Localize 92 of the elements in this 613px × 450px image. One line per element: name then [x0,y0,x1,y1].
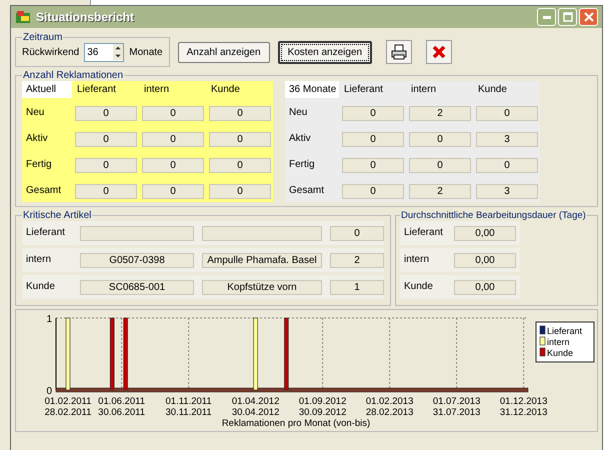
value-field: 2 [409,106,471,120]
row-label: Kunde [403,280,434,294]
value-field: 3 [476,132,538,146]
column-header: Lieferant [76,83,117,97]
value-field: 0,00 [454,252,516,268]
legend-label: intern [547,337,570,347]
value-field: 0 [409,132,471,146]
x-axis-title: Reklamationen pro Monat (von-bis) [222,418,370,428]
group-title: Durchschnittliche Bearbeitungsdauer (Tage) [400,210,587,221]
printer-icon [391,44,408,60]
row-label: Neu [288,106,308,120]
action-button[interactable]: Anzahl anzeigen [178,42,270,62]
value-field: 0 [209,106,271,120]
value-field: 0 [476,106,538,120]
value-field: 0 [142,184,204,198]
value-field: 0 [342,106,404,120]
maximize-icon [562,12,572,22]
value-field: 0 [142,106,204,120]
count-field: 2 [330,252,384,268]
value-field: 0 [75,158,137,172]
maximize-button[interactable] [558,8,577,26]
unit-label: Monate [129,46,163,58]
value-field: 3 [476,184,538,198]
value-field: 2 [409,184,471,198]
value-field: 0,00 [454,226,516,240]
count-field: 1 [330,280,384,294]
group-title: Anzahl Reklamationen [22,70,124,81]
column-header: 36 Monate [285,81,339,98]
value-field: 0 [209,132,271,146]
cancel-button[interactable] [426,40,452,64]
y-tick-label: 1 [46,314,52,325]
minimize-icon [542,16,550,18]
value-field: 0 [209,158,271,172]
column-header: intern [410,83,438,97]
value-field: 0 [342,132,404,146]
field-label: Rückwirkend [22,46,80,58]
legend-label: Kunde [547,348,574,358]
row-label: Fertig [25,158,53,172]
group-title: Kritische Artikel [22,210,92,221]
value-field: 0 [75,184,137,198]
months-spinner[interactable]: 36 [84,42,124,62]
value-field: 0 [75,106,137,120]
row-label: Neu [25,106,46,120]
x-tick-label: 01.02.2011 28.02.2011 [44,396,92,418]
value-field: 0,00 [454,280,516,294]
chart-legend [536,322,594,362]
x-tick-label: 01.02.2013 28.02.2013 [366,396,414,418]
x-tick-label: 01.12.2013 31.12.2013 [500,396,548,418]
row-label: Aktiv [25,132,49,146]
print-button[interactable] [386,40,412,64]
window-title: Situationsbericht [36,10,136,24]
x-tick-label: 01.07.2013 31.07.2013 [432,396,480,418]
value-field: 0 [342,184,404,198]
column-header: Lieferant [343,83,384,97]
row-label: intern [403,253,430,267]
row-label: Fertig [288,158,316,172]
cross-icon [432,45,446,59]
value-field: 0 [142,132,204,146]
row-label: Kunde [25,280,56,294]
column-header: intern [143,83,170,97]
article-field: SC0685-001 [80,280,194,294]
value-field: 0 [209,184,271,198]
row-label: intern [25,253,52,267]
column-header: Kunde [477,83,508,97]
value-field: 0 [342,158,404,172]
x-tick-label: 01.06.2011 30.06.2011 [98,396,146,418]
row-label: Gesamt [25,184,62,198]
value-field: 0 [409,158,471,172]
name-field: Ampulle Phamafa. Basel [202,252,322,268]
name-field: Kopfstütze vorn [202,280,322,294]
y-tick-label: 0 [46,386,52,397]
close-icon [584,12,594,22]
article-field: G0507-0398 [80,252,194,268]
row-label: Lieferant [403,226,444,240]
action-button[interactable]: Kosten anzeigen [278,40,372,64]
x-tick-label: 01.11.2011 30.11.2011 [166,396,212,418]
row-label: Gesamt [288,184,326,198]
value-field: 0 [142,158,204,172]
value-field: 0 [476,158,538,172]
legend-label: Lieferant [547,326,583,336]
app-icon [15,10,31,24]
row-label: Lieferant [25,226,66,240]
column-header: Kunde [210,83,241,97]
x-tick-label: 01.04.2012 30.04.2012 [232,396,280,418]
minimize-button[interactable] [537,8,556,26]
column-header: Aktuell [22,81,72,98]
row-label: Aktiv [288,132,312,146]
close-button[interactable] [579,8,598,26]
x-tick-label: 01.09.2012 30.09.2012 [298,396,346,418]
count-field: 0 [330,226,384,240]
value-field: 0 [75,132,137,146]
group-title: Zeitraum [22,32,64,42]
